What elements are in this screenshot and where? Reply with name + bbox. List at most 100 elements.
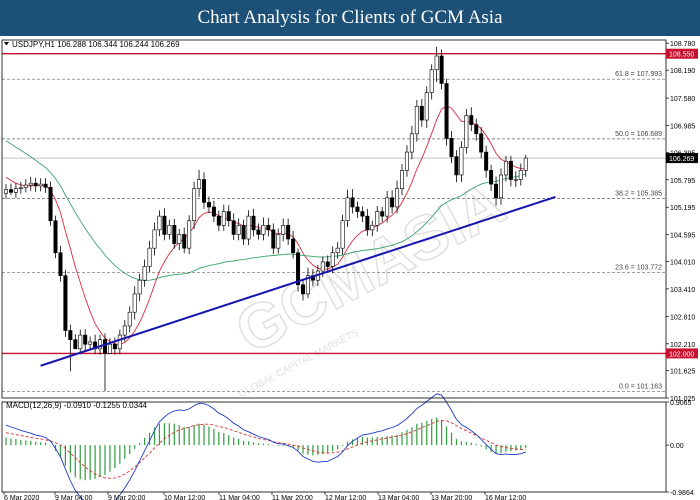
candle-body	[404, 151, 409, 171]
candle-body	[454, 156, 459, 176]
price-tick-label: 101.625	[670, 369, 695, 376]
price-tick-label: 106.985	[670, 123, 695, 130]
candle-body	[48, 187, 53, 222]
candle-body	[439, 55, 444, 84]
candle-body	[424, 92, 429, 121]
horizontal-level-label: 108.550	[669, 52, 694, 59]
candle-body	[206, 202, 211, 208]
candle-body	[73, 339, 78, 350]
candle-body	[350, 197, 355, 208]
macd-tick-label: 0.00	[670, 443, 684, 450]
fibonacci-level-label: 38.2 = 105.385	[615, 191, 662, 198]
time-tick-label: 6 Mar 2020	[4, 495, 40, 500]
candle-body	[459, 147, 464, 176]
candle-body	[226, 211, 231, 222]
time-tick-label: 12 Mar 12:00	[325, 495, 366, 500]
candle-body	[112, 343, 117, 350]
candle-body	[38, 183, 43, 187]
candle-body	[266, 224, 271, 231]
fibonacci-level-label: 23.6 = 103.772	[615, 264, 662, 271]
report-title-banner: Chart Analysis for Clients of GCM Asia	[0, 0, 700, 36]
time-tick-label: 10 Mar 12:00	[164, 495, 205, 500]
candle-body	[464, 115, 469, 148]
candle-body	[330, 252, 335, 267]
candle-body	[231, 220, 236, 235]
candle-body	[241, 224, 246, 240]
candle-body	[157, 215, 162, 231]
candle-body	[281, 224, 286, 235]
candle-body	[187, 220, 192, 249]
candle-body	[276, 234, 281, 249]
price-tick-label: 108.780	[670, 41, 695, 48]
candle-body	[83, 334, 88, 345]
candle-body	[4, 189, 9, 194]
fibonacci-level-label: 50.0 = 106.689	[615, 131, 662, 138]
candle-body	[122, 325, 127, 336]
candle-body	[434, 55, 439, 71]
candle-body	[508, 160, 513, 180]
candle-body	[246, 215, 251, 240]
current-price-label: 106.269	[669, 156, 694, 163]
candle-body	[152, 229, 157, 249]
candle-body	[68, 330, 73, 340]
candle-body	[494, 183, 499, 199]
candle-body	[375, 211, 380, 226]
report-title: Chart Analysis for Clients of GCM Asia	[197, 7, 503, 28]
price-tick-label: 107.580	[670, 96, 695, 103]
candle-body	[221, 211, 226, 226]
candle-body	[53, 220, 58, 254]
candle-body	[286, 224, 291, 240]
candle-body	[390, 197, 395, 208]
horizontal-level-label: 102.000	[669, 351, 694, 358]
time-tick-label: 11 Mar 20:00	[272, 495, 313, 500]
candle-body	[523, 157, 528, 171]
macd-tick-label: 0.9065	[670, 400, 692, 407]
candle-body	[132, 293, 137, 313]
price-tick-label: 105.795	[670, 178, 695, 185]
candle-body	[340, 220, 345, 249]
candle-body	[261, 224, 266, 235]
fibonacci-level-label: 0.0 = 101.163	[619, 384, 662, 391]
candle-body	[167, 224, 172, 235]
candle-body	[469, 115, 474, 125]
candle-body	[236, 224, 241, 235]
price-tick-label: 103.410	[670, 287, 695, 294]
candle-body	[489, 170, 494, 185]
candle-body	[172, 224, 177, 244]
price-tick-label: 105.195	[670, 205, 695, 212]
candle-body	[211, 206, 216, 217]
candle-body	[291, 238, 296, 254]
candle-body	[399, 170, 404, 189]
time-tick-label: 16 Mar 12:00	[485, 495, 526, 500]
time-tick-label: 9 Mar 04:00	[55, 495, 92, 500]
candle-body	[58, 252, 63, 276]
candle-body	[325, 261, 330, 267]
candle-body	[300, 284, 305, 295]
candle-body	[474, 124, 479, 135]
candle-body	[117, 334, 122, 350]
time-tick-label: 13 Mar 20:00	[431, 495, 472, 500]
candle-body	[365, 215, 370, 231]
candle-body	[103, 339, 108, 354]
candle-body	[498, 174, 503, 199]
symbol-header: USDJPY,H1 106.288 106.344 106.244 106.26…	[12, 40, 180, 49]
candle-body	[419, 106, 424, 121]
candle-body	[162, 215, 167, 235]
macd-tick-label: -0.9864	[670, 490, 694, 497]
candle-body	[251, 215, 256, 231]
candle-body	[142, 266, 147, 281]
candle-body	[192, 188, 197, 222]
candle-body	[271, 229, 276, 249]
price-tick-label: 108.190	[670, 68, 695, 75]
candle-body	[23, 184, 28, 189]
candle-body	[360, 211, 365, 217]
candle-body	[370, 224, 375, 231]
fibonacci-level-label: 61.8 = 107.993	[615, 71, 662, 78]
candle-body	[63, 275, 68, 331]
candle-body	[182, 234, 187, 249]
candle-body	[127, 311, 132, 327]
time-tick-label: 9 Mar 20:00	[108, 495, 145, 500]
candle-body	[256, 229, 261, 235]
price-tick-label: 102.210	[670, 342, 695, 349]
candle-body	[503, 160, 508, 176]
